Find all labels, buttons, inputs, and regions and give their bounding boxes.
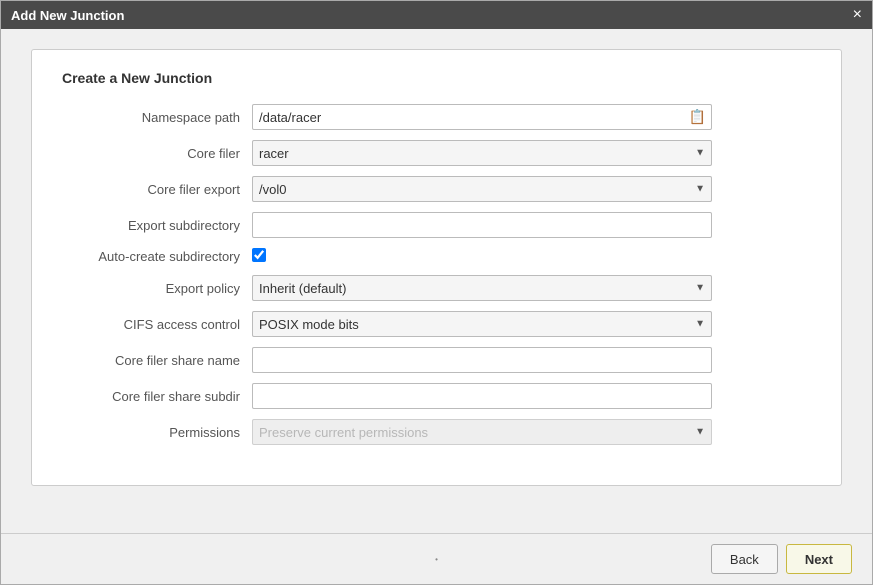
close-button[interactable]: × [853,7,862,23]
core-filer-export-row: Core filer export /vol0 [62,176,811,202]
cifs-access-control-select[interactable]: POSIX mode bits [252,311,712,337]
core-filer-control: racer [252,140,712,166]
cifs-access-control-label: CIFS access control [62,317,252,332]
export-subdirectory-row: Export subdirectory [62,212,811,238]
core-filer-label: Core filer [62,146,252,161]
core-filer-share-name-label: Core filer share name [62,353,252,368]
core-filer-share-subdir-input[interactable] [252,383,712,409]
core-filer-share-name-control [252,347,712,373]
dialog-title: Add New Junction [11,8,124,23]
auto-create-subdirectory-control [252,248,712,265]
core-filer-row: Core filer racer [62,140,811,166]
back-button[interactable]: Back [711,544,778,574]
auto-create-subdirectory-label: Auto-create subdirectory [62,249,252,264]
export-subdirectory-input[interactable] [252,212,712,238]
core-filer-select[interactable]: racer [252,140,712,166]
export-subdirectory-control [252,212,712,238]
add-new-junction-dialog: Add New Junction × Create a New Junction… [0,0,873,585]
dialog-footer: • Back Next [1,533,872,584]
namespace-path-row: Namespace path 📋 [62,104,811,130]
panel-title: Create a New Junction [62,70,811,86]
namespace-path-label: Namespace path [62,110,252,125]
namespace-path-input[interactable] [252,104,712,130]
cifs-access-control-control: POSIX mode bits [252,311,712,337]
auto-create-subdirectory-row: Auto-create subdirectory [62,248,811,265]
core-filer-share-subdir-row: Core filer share subdir [62,383,811,409]
permissions-label: Permissions [62,425,252,440]
export-subdirectory-label: Export subdirectory [62,218,252,233]
page-indicator: • [435,555,438,564]
permissions-control: Preserve current permissions [252,419,712,445]
core-filer-share-subdir-label: Core filer share subdir [62,389,252,404]
permissions-row: Permissions Preserve current permissions [62,419,811,445]
core-filer-export-control: /vol0 [252,176,712,202]
export-policy-control: Inherit (default) [252,275,712,301]
cifs-access-control-row: CIFS access control POSIX mode bits [62,311,811,337]
core-filer-export-label: Core filer export [62,182,252,197]
export-policy-select[interactable]: Inherit (default) [252,275,712,301]
export-policy-row: Export policy Inherit (default) [62,275,811,301]
dialog-body: Create a New Junction Namespace path 📋 C… [1,29,872,533]
dialog-titlebar: Add New Junction × [1,1,872,29]
core-filer-share-name-row: Core filer share name [62,347,811,373]
form-panel: Create a New Junction Namespace path 📋 C… [31,49,842,486]
namespace-path-control: 📋 [252,104,712,130]
core-filer-export-select[interactable]: /vol0 [252,176,712,202]
core-filer-share-subdir-control [252,383,712,409]
permissions-select[interactable]: Preserve current permissions [252,419,712,445]
next-button[interactable]: Next [786,544,852,574]
core-filer-share-name-input[interactable] [252,347,712,373]
auto-create-subdirectory-checkbox[interactable] [252,248,266,262]
export-policy-label: Export policy [62,281,252,296]
